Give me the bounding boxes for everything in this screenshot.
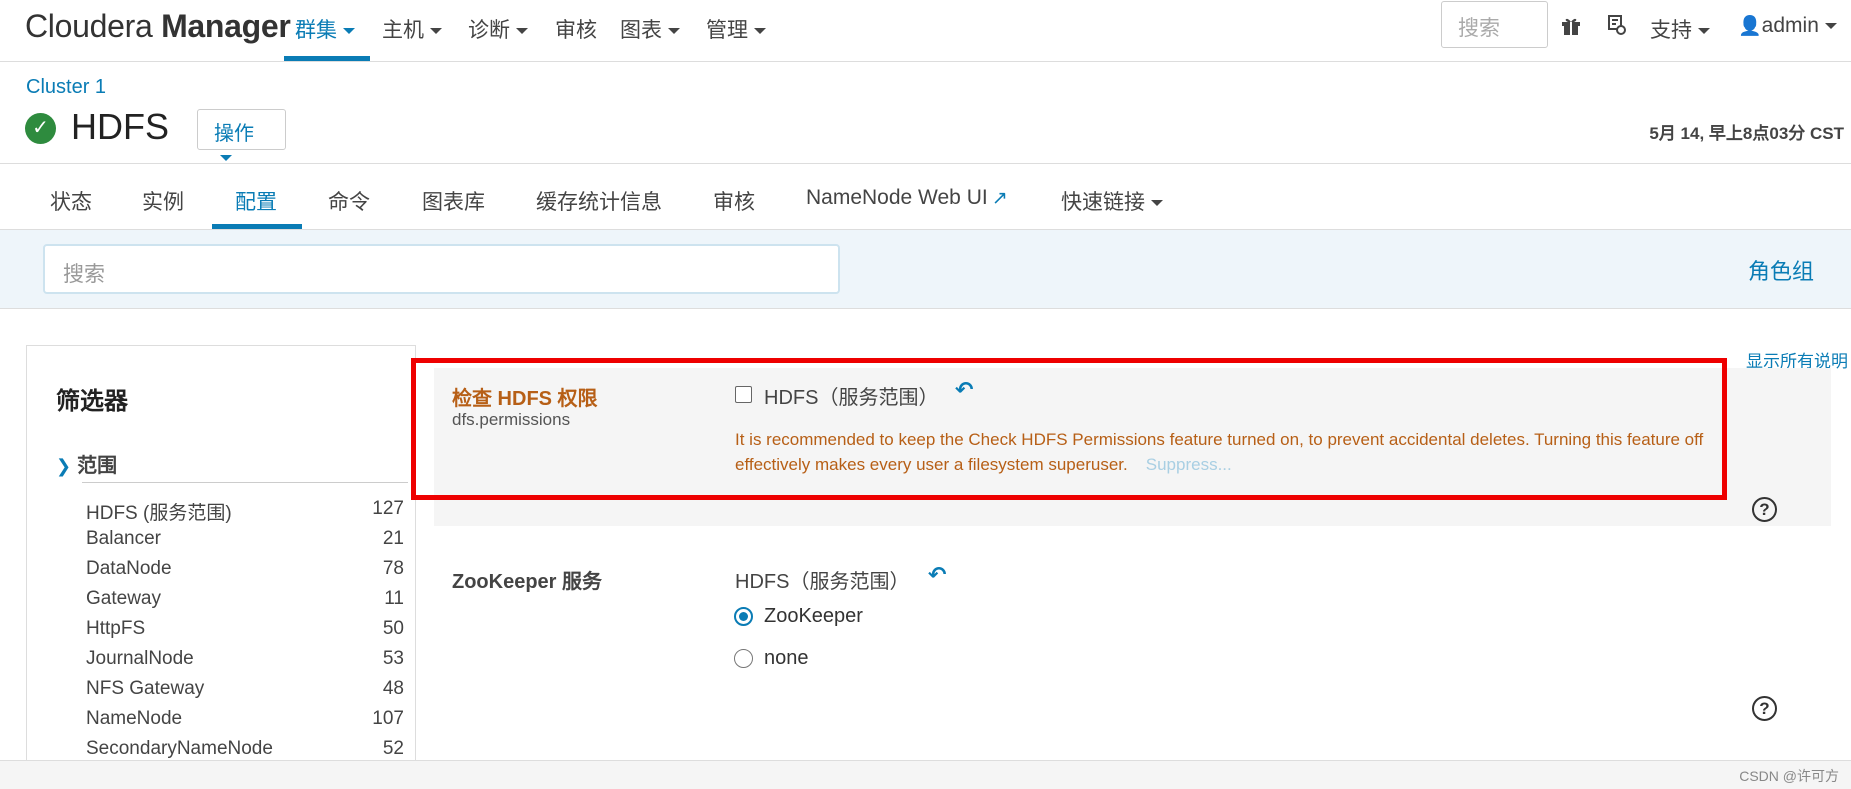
nav-diagnostics[interactable]: 诊断 bbox=[468, 14, 528, 44]
chevron-down-icon: ❯ bbox=[56, 456, 72, 476]
tab-quick-links[interactable]: 快速链接 bbox=[1061, 186, 1163, 216]
tab-charts-library[interactable]: 图表库 bbox=[422, 186, 485, 216]
tab-commands[interactable]: 命令 bbox=[328, 186, 370, 216]
filter-item-gateway[interactable]: Gateway 11 bbox=[86, 588, 404, 618]
zookeeper-radio[interactable] bbox=[734, 607, 753, 626]
nav-charts[interactable]: 图表 bbox=[620, 14, 680, 44]
watermark-text: CSDN @许可方 bbox=[1739, 768, 1839, 784]
service-tab-bar: 状态 实例 配置 命令 图表库 缓存统计信息 审核 NameNode Web U… bbox=[0, 163, 1851, 230]
config-title: ZooKeeper 服务 bbox=[452, 571, 603, 593]
help-icon[interactable]: ? bbox=[1752, 497, 1777, 522]
chevron-down-icon bbox=[668, 28, 680, 35]
actions-dropdown-button[interactable]: 操作 bbox=[197, 109, 286, 161]
filter-item-hdfs-service[interactable]: HDFS (服务范围) 127 bbox=[86, 498, 404, 528]
active-nav-indicator bbox=[284, 56, 370, 61]
top-navbar: Cloudera Manager 群集 主机 诊断 审核 图表 管理 搜索 支持… bbox=[0, 0, 1851, 62]
filter-item-namenode[interactable]: NameNode 107 bbox=[86, 708, 404, 738]
chevron-down-icon bbox=[1151, 200, 1163, 207]
help-icon[interactable]: ? bbox=[1752, 696, 1777, 721]
tab-cache-statistics[interactable]: 缓存统计信息 bbox=[536, 186, 662, 216]
tab-configuration[interactable]: 配置 bbox=[235, 186, 277, 216]
divider bbox=[82, 482, 408, 483]
release-notes-icon[interactable] bbox=[1604, 14, 1628, 42]
filters-title: 筛选器 bbox=[56, 388, 128, 415]
scope-label: HDFS（服务范围） bbox=[735, 571, 910, 593]
config-search-input[interactable]: 搜索 bbox=[43, 244, 840, 294]
annotation-highlight-box bbox=[411, 358, 1727, 500]
role-groups-link[interactable]: 角色组 bbox=[1748, 254, 1814, 286]
good-health-check-icon: ✓ bbox=[25, 113, 56, 144]
nav-hosts[interactable]: 主机 bbox=[382, 14, 442, 44]
external-link-icon: ↗ bbox=[991, 188, 1008, 209]
nav-audits[interactable]: 审核 bbox=[555, 14, 597, 44]
filter-item-datanode[interactable]: DataNode 78 bbox=[86, 558, 404, 588]
nav-clusters[interactable]: 群集 bbox=[295, 14, 355, 44]
footer: CSDN @许可方 bbox=[0, 760, 1851, 789]
config-search-bar: 搜索 角色组 bbox=[0, 230, 1851, 309]
brand-bold: Manager bbox=[161, 8, 291, 44]
chevron-down-icon bbox=[1698, 28, 1710, 35]
none-radio[interactable] bbox=[734, 649, 753, 668]
nav-user-menu[interactable]: 👤admin bbox=[1738, 14, 1837, 38]
tab-audits[interactable]: 审核 bbox=[713, 186, 755, 216]
nav-support[interactable]: 支持 bbox=[1650, 14, 1710, 44]
chevron-down-icon bbox=[754, 28, 766, 35]
active-tab-indicator bbox=[212, 224, 302, 229]
chevron-down-icon bbox=[516, 28, 528, 35]
gift-icon[interactable] bbox=[1560, 14, 1582, 42]
cloudera-manager-logo[interactable]: Cloudera Manager bbox=[25, 8, 291, 45]
tab-status[interactable]: 状态 bbox=[50, 186, 92, 216]
global-search-input[interactable]: 搜索 bbox=[1441, 1, 1548, 48]
chevron-down-icon bbox=[1824, 23, 1837, 30]
radio-label: none bbox=[764, 647, 809, 669]
user-icon: 👤 bbox=[1738, 16, 1762, 37]
filter-item-httpfs[interactable]: HttpFS 50 bbox=[86, 618, 404, 648]
reset-to-default-icon[interactable]: ↶ bbox=[928, 562, 946, 588]
scope-section-toggle[interactable]: ❯ 范围 bbox=[56, 449, 117, 478]
cluster-breadcrumb-link[interactable]: Cluster 1 bbox=[26, 76, 106, 99]
chevron-down-icon bbox=[343, 28, 355, 35]
filter-item-balancer[interactable]: Balancer 21 bbox=[86, 528, 404, 558]
chevron-down-icon bbox=[430, 28, 442, 35]
brand-light: Cloudera bbox=[25, 8, 153, 44]
gift-icon-svg bbox=[1562, 18, 1580, 35]
nav-administration[interactable]: 管理 bbox=[706, 14, 766, 44]
chevron-down-icon bbox=[220, 154, 232, 161]
filter-item-nfs-gateway[interactable]: NFS Gateway 48 bbox=[86, 678, 404, 708]
tab-namenode-web-ui[interactable]: NameNode Web UI ↗ bbox=[806, 186, 1008, 210]
filters-panel: 筛选器 ❯ 范围 HDFS (服务范围) 127 Balancer 21 DataNo… bbox=[26, 345, 416, 765]
current-time: 5月 14, 早上8点03分 CST bbox=[1649, 124, 1844, 143]
page-title: HDFS bbox=[71, 106, 169, 147]
release-notes-icon-svg bbox=[1608, 15, 1626, 35]
filter-item-journalnode[interactable]: JournalNode 53 bbox=[86, 648, 404, 678]
radio-label: ZooKeeper bbox=[764, 605, 863, 627]
tab-instances[interactable]: 实例 bbox=[142, 186, 184, 216]
